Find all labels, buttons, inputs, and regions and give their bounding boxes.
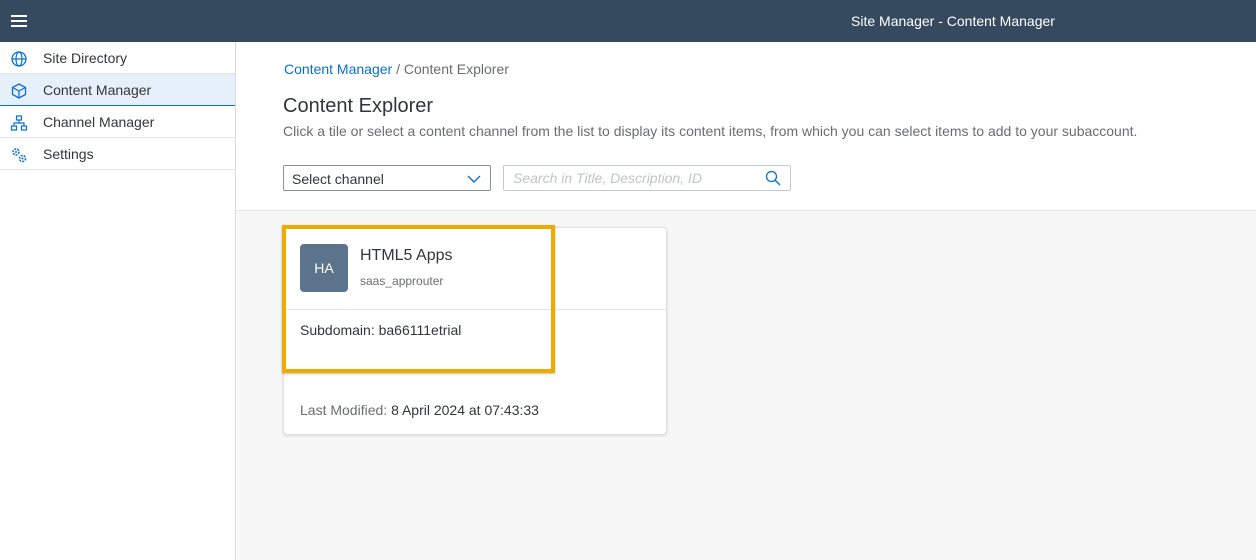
breadcrumb-separator: / — [396, 61, 400, 77]
sidebar-item-settings[interactable]: Settings — [0, 138, 235, 170]
channel-select-value: Select channel — [292, 171, 384, 187]
hierarchy-icon — [10, 115, 28, 131]
sidebar-item-label: Content Manager — [43, 82, 152, 98]
tile-last-modified: Last Modified: 8 April 2024 at 07:43:33 — [300, 402, 539, 418]
sidebar: Site Directory Content Manager Channel M… — [0, 42, 236, 560]
tile-subdomain: Subdomain: ba66111etrial — [300, 322, 462, 338]
sidebar-item-label: Settings — [43, 146, 94, 162]
breadcrumb-link-content-manager[interactable]: Content Manager — [284, 61, 392, 77]
breadcrumb: Content Manager / Content Explorer — [284, 61, 509, 77]
tile-title: HTML5 Apps — [360, 247, 453, 264]
channel-select[interactable]: Select channel — [283, 165, 491, 191]
globe-icon — [11, 51, 27, 67]
page-description: Click a tile or select a content channel… — [283, 123, 1138, 139]
content-tile-html5-apps[interactable]: HA HTML5 Apps saas_approuter Subdomain: … — [283, 227, 667, 435]
last-modified-label: Last Modified: — [300, 402, 388, 418]
sidebar-item-channel-manager[interactable]: Channel Manager — [0, 106, 235, 138]
search-icon[interactable] — [765, 170, 781, 186]
avatar: HA — [300, 244, 348, 292]
shell-title: Site Manager - Content Manager — [851, 13, 1055, 29]
last-modified-value: 8 April 2024 at 07:43:33 — [391, 402, 539, 418]
page-title: Content Explorer — [283, 95, 434, 117]
search-input[interactable] — [504, 166, 754, 190]
cube-icon — [11, 83, 27, 99]
shell-bar: Site Manager - Content Manager — [0, 0, 1256, 42]
sidebar-item-label: Site Directory — [43, 50, 128, 66]
tile-subtitle: saas_approuter — [360, 274, 444, 288]
gears-icon — [12, 148, 27, 163]
search-field — [503, 165, 791, 191]
chevron-down-icon — [467, 175, 481, 183]
sidebar-item-label: Channel Manager — [43, 114, 155, 130]
sidebar-item-content-manager[interactable]: Content Manager — [0, 74, 235, 106]
tile-divider — [284, 309, 666, 310]
breadcrumb-current: Content Explorer — [403, 61, 509, 77]
sidebar-item-site-directory[interactable]: Site Directory — [0, 42, 235, 74]
